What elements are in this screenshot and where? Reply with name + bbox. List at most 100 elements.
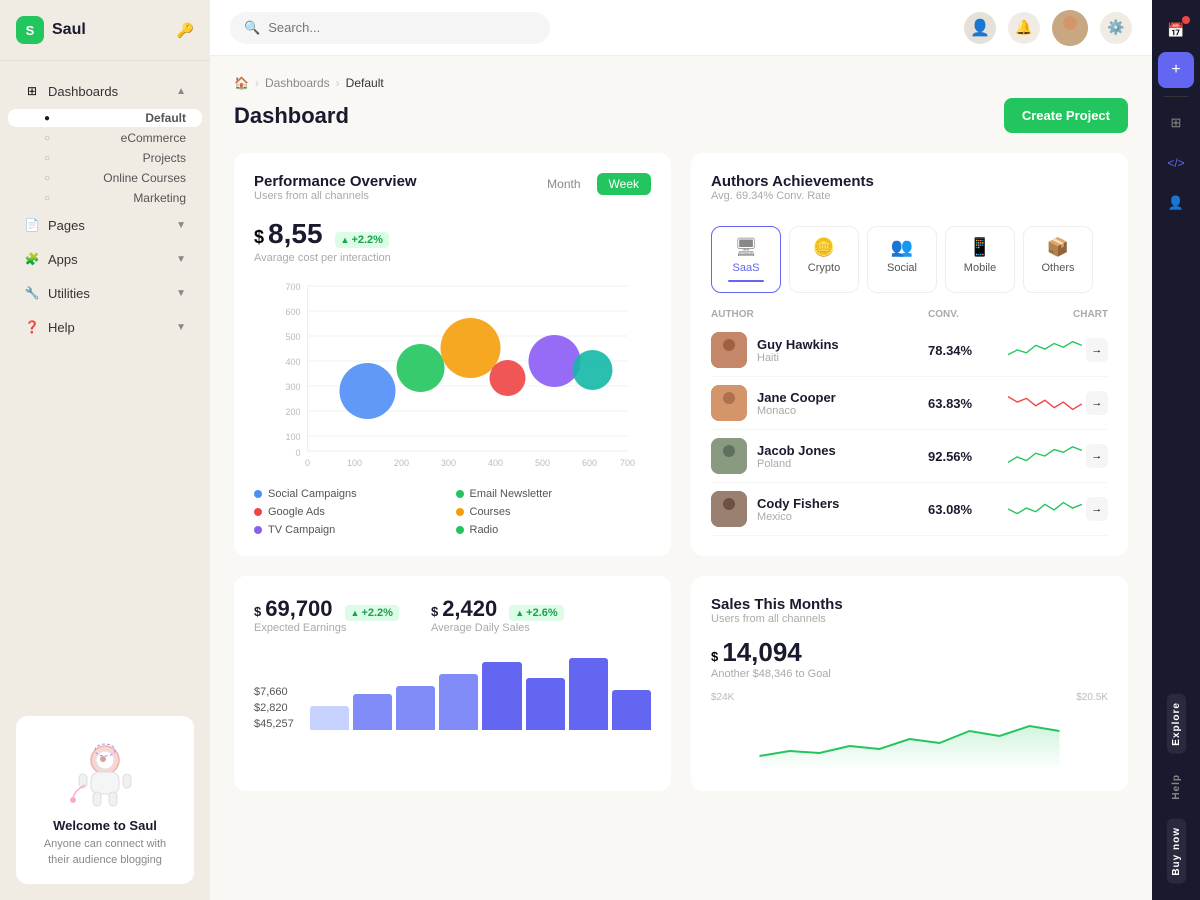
rp-grid-icon[interactable]: ⊞ xyxy=(1158,105,1194,141)
sidebar-item-apps[interactable]: 🧩 Apps ▼ xyxy=(8,243,202,275)
sidebar-item-default[interactable]: ● Default xyxy=(8,109,202,127)
help-chevron: ▼ xyxy=(176,322,186,333)
home-icon[interactable]: 🏠 xyxy=(234,76,249,90)
performance-header: Performance Overview Users from all chan… xyxy=(254,173,651,214)
bar7 xyxy=(569,658,608,730)
user-avatar[interactable] xyxy=(1052,10,1088,46)
svg-text:500: 500 xyxy=(535,458,550,468)
avatar-jane xyxy=(711,385,747,421)
legend-dot-tv xyxy=(254,526,262,534)
back-icon[interactable]: 🔑 xyxy=(177,22,194,39)
rp-explore-btn[interactable]: Explore xyxy=(1167,694,1186,754)
avatar-guy xyxy=(711,332,747,368)
rp-help-btn[interactable]: Help xyxy=(1167,766,1186,808)
svg-text:600: 600 xyxy=(285,307,300,317)
svg-text:700: 700 xyxy=(620,458,635,468)
rp-calendar-icon[interactable]: 📅 xyxy=(1158,12,1194,48)
rp-user-icon[interactable]: 👤 xyxy=(1158,185,1194,221)
tab-week[interactable]: Week xyxy=(597,173,651,195)
sidebar-item-online-courses[interactable]: ○ Online Courses xyxy=(8,169,202,187)
view-guy[interactable]: → xyxy=(1086,338,1108,362)
svg-text:200: 200 xyxy=(285,407,300,417)
table-row: Jane Cooper Monaco 63.83% → xyxy=(711,377,1108,430)
earnings-value: 69,700 xyxy=(265,596,332,622)
pages-chevron: ▼ xyxy=(176,220,186,231)
rp-buy-btn[interactable]: Buy now xyxy=(1167,819,1186,884)
tab-crypto[interactable]: 🪙 Crypto xyxy=(789,226,859,293)
sidebar-label-dashboards: Dashboards xyxy=(48,84,118,99)
conv-guy: 78.34% xyxy=(928,343,1008,358)
sidebar-item-pages[interactable]: 📄 Pages ▼ xyxy=(8,209,202,241)
tab-mobile[interactable]: 📱 Mobile xyxy=(945,226,1015,293)
author-name-guy: Guy Hawkins xyxy=(757,337,839,352)
topbar-avatar-small[interactable]: 👤 xyxy=(964,12,996,44)
page-header: Dashboard Create Project xyxy=(234,98,1128,133)
tab-others[interactable]: 📦 Others xyxy=(1023,226,1093,293)
sidebar-label-default: Default xyxy=(145,111,186,125)
social-label: Social xyxy=(887,262,917,274)
svg-text:400: 400 xyxy=(285,357,300,367)
table-header: AUTHOR CONV. CHART xyxy=(711,305,1108,324)
search-input[interactable] xyxy=(268,20,536,35)
create-project-button[interactable]: Create Project xyxy=(1004,98,1128,133)
author-country-guy: Haiti xyxy=(757,352,839,364)
social-icon: 👥 xyxy=(891,237,913,258)
author-info-cody: Cody Fishers Mexico xyxy=(711,491,928,527)
tab-social[interactable]: 👥 Social xyxy=(867,226,937,293)
svg-text:500: 500 xyxy=(285,332,300,342)
conv-jane: 63.83% xyxy=(928,396,1008,411)
y2: $20.5K xyxy=(1076,692,1108,703)
view-jacob[interactable]: → xyxy=(1086,444,1108,468)
svg-text:200: 200 xyxy=(394,458,409,468)
help-icon: ❓ xyxy=(24,319,40,335)
apps-chevron: ▼ xyxy=(176,254,186,265)
mobile-label: Mobile xyxy=(964,262,996,274)
legend-radio: Radio xyxy=(456,524,652,536)
welcome-subtitle: Anyone can connect with their audience b… xyxy=(32,837,178,868)
search-box[interactable]: 🔍 xyxy=(230,12,550,44)
sales-month-title: Sales This Months xyxy=(711,596,1108,613)
table-row: Jacob Jones Poland 92.56% → xyxy=(711,430,1108,483)
content-grid: Performance Overview Users from all chan… xyxy=(234,153,1128,556)
svg-text:100: 100 xyxy=(285,432,300,442)
tab-saas[interactable]: 🖥 SaaS xyxy=(711,226,781,293)
mobile-icon: 📱 xyxy=(969,237,991,258)
chevron-icon: ▲ xyxy=(176,86,186,97)
y1: $24K xyxy=(711,692,734,703)
chart-legend: Social Campaigns Email Newsletter Google… xyxy=(254,488,651,536)
svg-text:400: 400 xyxy=(488,458,503,468)
avatar-cody xyxy=(711,491,747,527)
sidebar-item-dashboards[interactable]: ⊞ Dashboards ▲ xyxy=(8,75,202,107)
sales-label: Average Daily Sales xyxy=(431,622,564,634)
author-name-jacob: Jacob Jones xyxy=(757,443,836,458)
author-name-jane: Jane Cooper xyxy=(757,390,836,405)
sidebar-item-projects[interactable]: ○ Projects xyxy=(8,149,202,167)
bar6 xyxy=(526,678,565,730)
tab-month[interactable]: Month xyxy=(535,173,592,195)
topbar-bell[interactable]: 🔔 xyxy=(1008,12,1040,44)
bar2 xyxy=(353,694,392,730)
table-row: Cody Fishers Mexico 63.08% → xyxy=(711,483,1108,536)
rp-add-icon[interactable]: + xyxy=(1158,52,1194,88)
content-area: 🏠 › Dashboards › Default Dashboard Creat… xyxy=(210,56,1152,900)
stat-row: $ 8,55 ▲ +2.2% xyxy=(254,218,651,250)
sidebar-label-ecommerce: eCommerce xyxy=(121,131,186,145)
bar4 xyxy=(439,674,478,730)
stat-badge: ▲ +2.2% xyxy=(335,232,389,248)
utilities-chevron: ▼ xyxy=(176,288,186,299)
author-country-jane: Monaco xyxy=(757,405,836,417)
sales-month-card: Sales This Months Users from all channel… xyxy=(691,576,1128,791)
rp-code-icon[interactable]: </> xyxy=(1158,145,1194,181)
sidebar-item-help[interactable]: ❓ Help ▼ xyxy=(8,311,202,343)
author-info-jacob: Jacob Jones Poland xyxy=(711,438,928,474)
sidebar-item-utilities[interactable]: 🔧 Utilities ▼ xyxy=(8,277,202,309)
author-country-jacob: Poland xyxy=(757,458,836,470)
view-cody[interactable]: → xyxy=(1086,497,1108,521)
sidebar-item-ecommerce[interactable]: ○ eCommerce xyxy=(8,129,202,147)
sales-month-dollar: $ xyxy=(711,649,718,664)
bottom-row: $ 69,700 ▲ +2.2% Expected Earnings $ xyxy=(234,576,1128,791)
breadcrumb-dashboards[interactable]: Dashboards xyxy=(265,76,330,90)
topbar-settings[interactable]: ⚙️ xyxy=(1100,12,1132,44)
view-jane[interactable]: → xyxy=(1086,391,1108,415)
sidebar-item-marketing[interactable]: ○ Marketing xyxy=(8,189,202,207)
